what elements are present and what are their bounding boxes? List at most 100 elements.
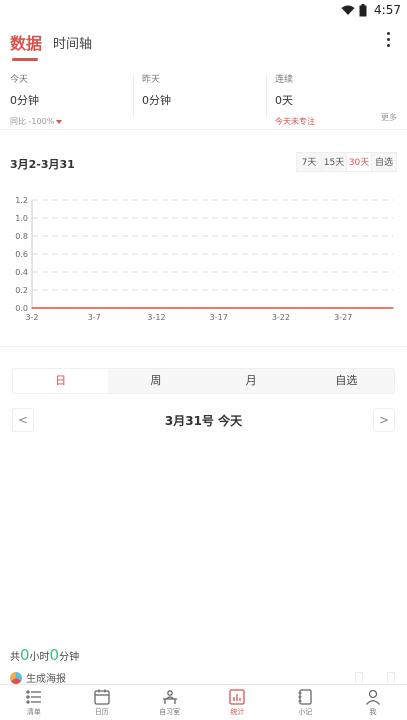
nav-list[interactable]: 清单 xyxy=(0,685,68,720)
partial-button[interactable] xyxy=(355,672,363,684)
range-option-7d[interactable]: 7天 xyxy=(296,152,322,172)
note-icon xyxy=(298,689,312,705)
down-arrow-icon xyxy=(56,119,63,124)
x-tick-label: 3-2 xyxy=(25,313,38,322)
period-day[interactable]: 日 xyxy=(13,369,109,393)
pie-chart-icon xyxy=(10,672,22,684)
stat-yesterday-label: 昨天 xyxy=(142,75,161,85)
hour-unit: 小时 xyxy=(29,652,50,663)
data-point xyxy=(355,307,357,309)
partial-button[interactable] xyxy=(387,672,395,684)
range-option-custom[interactable]: 自选 xyxy=(371,152,397,172)
x-tick-label: 3-12 xyxy=(147,313,165,322)
y-tick-label: 1.2 xyxy=(15,196,28,205)
data-point xyxy=(205,307,207,309)
calendar-icon xyxy=(94,689,110,705)
data-point xyxy=(267,307,270,309)
compare-label: 同比 xyxy=(10,117,26,126)
period-custom[interactable]: 自选 xyxy=(298,369,394,393)
tab-data[interactable]: 数据 xyxy=(10,30,42,54)
list-icon xyxy=(26,690,41,704)
data-point xyxy=(317,307,319,309)
period-week[interactable]: 周 xyxy=(108,369,204,393)
stat-streak-value: 0天 xyxy=(275,94,293,107)
data-point xyxy=(243,307,245,309)
nav-study-room[interactable]: 自习室 xyxy=(136,685,204,720)
data-point xyxy=(130,307,133,309)
period-month[interactable]: 月 xyxy=(203,369,299,393)
tab-active-indicator xyxy=(12,58,38,61)
data-point xyxy=(305,307,307,309)
more-vertical-icon[interactable] xyxy=(385,32,391,52)
data-point xyxy=(168,307,170,309)
minute-unit: 分钟 xyxy=(59,652,80,663)
stat-today-value: 0分钟 xyxy=(10,94,39,107)
stats-summary: 今天 0分钟 同比 -100% 昨天 0分钟 连续 0天 今天未专注 更多 xyxy=(0,68,407,130)
x-tick-label: 3-17 xyxy=(210,313,228,322)
stats-icon xyxy=(229,689,246,705)
more-link[interactable]: 更多 xyxy=(381,112,397,123)
divider xyxy=(133,74,134,118)
poster-row: 生成海报 xyxy=(10,670,397,684)
data-point xyxy=(193,307,195,309)
nav-calendar[interactable]: 日历 xyxy=(68,685,136,720)
nav-profile[interactable]: 我 xyxy=(339,685,407,720)
status-bar: 4:57 xyxy=(0,0,407,22)
range-title: 3月2-3月31 xyxy=(10,158,75,171)
stat-today-label: 今天 xyxy=(10,75,29,85)
range-option-15d[interactable]: 15天 xyxy=(321,152,347,172)
stat-streak-note: 今天未专注 xyxy=(275,117,315,126)
data-point xyxy=(342,307,344,309)
stat-today: 今天 0分钟 同比 -100% xyxy=(10,72,63,127)
data-point xyxy=(255,307,257,309)
profile-icon xyxy=(366,689,381,705)
total-minutes: 0 xyxy=(49,646,60,664)
battery-icon xyxy=(359,4,367,17)
data-point xyxy=(81,307,83,309)
data-point xyxy=(155,307,158,309)
x-tick-label: 3-22 xyxy=(272,313,290,322)
data-point xyxy=(180,307,182,309)
data-point xyxy=(118,307,120,309)
data-point xyxy=(31,307,33,309)
range-selector: 7天 15天 30天 自选 xyxy=(296,152,397,172)
data-point xyxy=(68,307,70,309)
data-point xyxy=(367,307,369,309)
stat-yesterday: 昨天 0分钟 xyxy=(142,72,171,124)
nav-label: 我 xyxy=(369,708,377,716)
tab-timeline[interactable]: 时间轴 xyxy=(53,33,92,52)
nav-stats[interactable]: 统计 xyxy=(203,685,271,720)
data-point xyxy=(392,307,394,309)
nav-label: 小记 xyxy=(298,708,313,716)
stat-streak: 连续 0天 今天未专注 xyxy=(275,72,315,126)
period-selector: 日 周 月 自选 xyxy=(12,368,395,394)
nav-label: 统计 xyxy=(230,708,245,716)
data-point xyxy=(106,307,108,309)
study-room-icon xyxy=(162,690,177,704)
current-date: 3月31号 今天 xyxy=(164,414,243,428)
data-point xyxy=(292,307,295,309)
nav-label: 自习室 xyxy=(159,708,181,716)
data-point xyxy=(280,307,282,309)
x-tick-label: 3-27 xyxy=(334,313,352,322)
header: 数据 时间轴 xyxy=(0,22,407,66)
stat-streak-label: 连续 xyxy=(275,75,294,85)
data-point xyxy=(143,307,145,309)
data-point xyxy=(43,307,46,309)
stat-yesterday-value: 0分钟 xyxy=(142,94,171,107)
next-day-button[interactable]: > xyxy=(373,408,395,432)
stat-today-compare: 同比 -100% xyxy=(10,116,63,127)
wifi-icon xyxy=(341,5,355,15)
data-point xyxy=(93,307,95,309)
y-tick-label: 0.6 xyxy=(15,250,28,259)
nav-label: 清单 xyxy=(26,708,41,716)
poster-label[interactable]: 生成海报 xyxy=(26,670,66,684)
y-tick-label: 0.0 xyxy=(15,304,28,313)
nav-notes[interactable]: 小记 xyxy=(271,685,339,720)
x-tick-label: 3-7 xyxy=(88,313,101,322)
data-point xyxy=(230,307,232,309)
range-option-30d[interactable]: 30天 xyxy=(346,152,372,172)
status-time: 4:57 xyxy=(374,3,401,17)
total-prefix: 共 xyxy=(10,652,20,663)
section-divider xyxy=(0,346,407,347)
